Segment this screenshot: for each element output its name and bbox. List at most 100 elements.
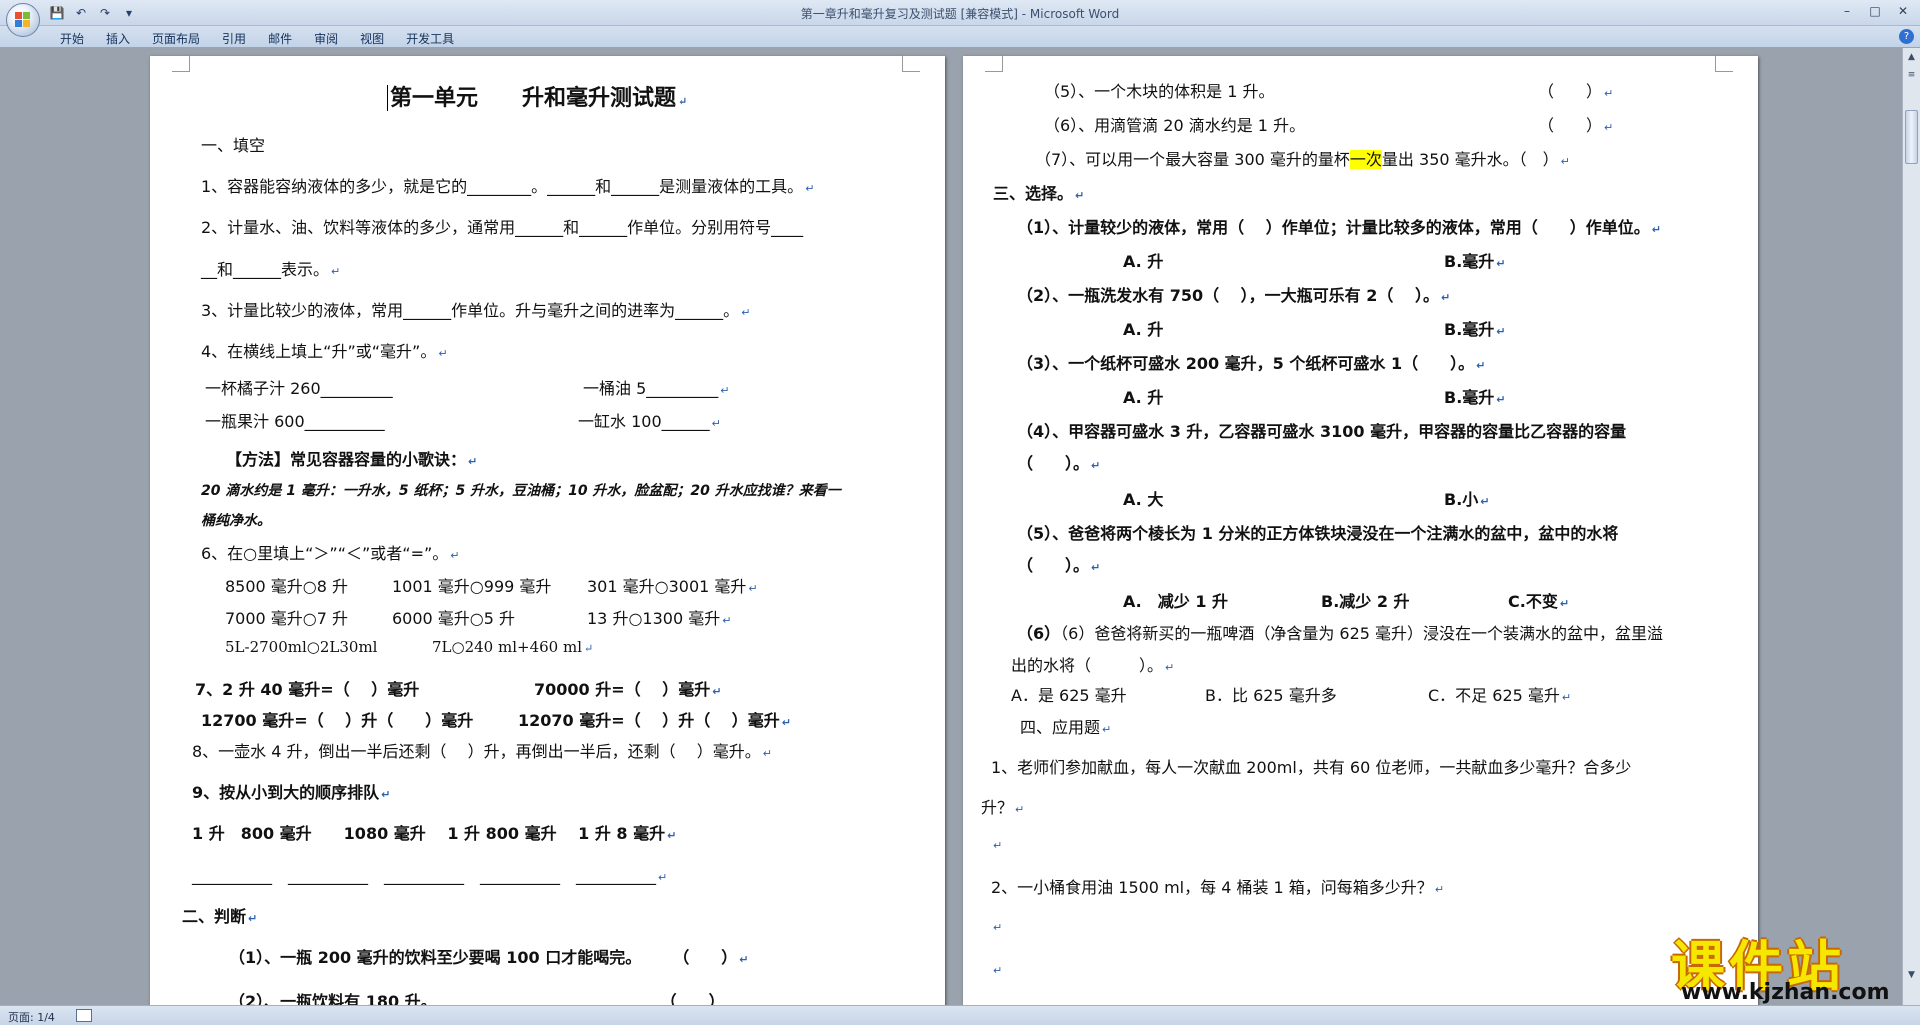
choice-2-b: B.毫升 ↵ — [1444, 320, 1506, 339]
choice-4-b: B.小 ↵ — [1444, 490, 1490, 509]
ribbon-tabs: 开始 插入 页面布局 引用 邮件 审阅 视图 开发工具 — [60, 30, 454, 47]
section-fill-blank: 一、填空 — [201, 136, 266, 155]
document-page-2[interactable]: （5）、一个木块的体积是 1 升。 （ ） ↵ （6）、用滴管滴 20 滴水约是 … — [963, 54, 1758, 1005]
page-count-status[interactable]: 页面: 1/4 — [8, 1009, 55, 1025]
choice-2: （2）、一瓶洗发水有 750（ ），一大瓶可乐有 2（ ）。 ↵ — [1017, 286, 1451, 305]
method-rhyme: 20 滴水约是 1 毫升：一升水，5 纸杯；5 升水，豆油桶；10 升水，脸盆配… — [201, 483, 841, 499]
tab-review[interactable]: 审阅 — [314, 30, 338, 47]
choice-4-a: A. 大 — [1123, 490, 1164, 509]
scrollbar-thumb[interactable] — [1905, 110, 1918, 164]
question-6f: 13 升○1300 毫升 ↵ — [587, 609, 732, 628]
ruler-toggle-icon[interactable]: ≡ — [1905, 68, 1918, 82]
ribbon-tabs-bar: 开始 插入 页面布局 引用 邮件 审阅 视图 开发工具 ? — [0, 26, 1920, 48]
choice-6-cont: 出的水将（ ）。 ↵ — [1011, 656, 1175, 675]
tab-mailings[interactable]: 邮件 — [268, 30, 292, 47]
choice-1-b: B.毫升 ↵ — [1444, 252, 1506, 271]
question-2-cont: __和______表示。 ↵ — [201, 260, 341, 279]
question-6g: 5L-2700ml○2L30ml — [225, 638, 378, 656]
office-button[interactable] — [6, 3, 40, 37]
crop-mark — [902, 54, 920, 72]
scroll-up-arrow-icon[interactable]: ▲ — [1905, 50, 1918, 64]
tab-references[interactable]: 引用 — [222, 30, 246, 47]
question-6: 6、在○里填上“＞”“＜”或者“=”。 ↵ — [201, 544, 460, 563]
empty-paragraph: ↵ — [993, 839, 1003, 852]
question-6e: 6000 毫升○5 升 — [392, 609, 516, 628]
site-watermark: 课件站 www.kjzhan.com — [1663, 922, 1908, 1006]
choice-4: （4）、甲容器可盛水 3 升，乙容器可盛水 3100 毫升，甲容器的容量比乙容器… — [1017, 422, 1627, 441]
crop-mark — [985, 54, 1003, 72]
question-4b: 一桶油 5_________ ↵ — [583, 379, 730, 398]
tab-view[interactable]: 视图 — [360, 30, 384, 47]
choice-6-b: B．比 625 毫升多 — [1205, 686, 1337, 705]
question-4: 4、在横线上填上“升”或“毫升”。 ↵ — [201, 342, 448, 361]
question-9: 9、按从小到大的顺序排队 ↵ — [192, 783, 391, 802]
judge-5: （5）、一个木块的体积是 1 升。 — [1044, 82, 1275, 101]
status-bar: 页面: 1/4 — [0, 1005, 1920, 1025]
method-rhyme-cont: 桶纯净水。 — [201, 513, 271, 529]
method-title: 【方法】常见容器容量的小歌诀： ↵ — [226, 450, 478, 469]
question-6a: 8500 毫升○8 升 — [225, 577, 349, 596]
window-controls: – □ ✕ — [1834, 2, 1916, 20]
question-6b: 1001 毫升○999 毫升 — [392, 577, 552, 596]
question-7c: 12700 毫升=（ ）升（ ）毫升 — [201, 711, 474, 730]
judge-6: （6）、用滴管滴 20 滴水约是 1 升。 — [1044, 116, 1306, 135]
application-1-cont: 升？ ↵ — [981, 798, 1025, 817]
title-bar: 💾 ↶ ↷ ▾ 第一章升和毫升复习及测试题 [兼容模式] - Microsoft… — [0, 0, 1920, 26]
section-choice: 三、选择。 ↵ — [993, 184, 1085, 203]
question-4d: 一缸水 100______ ↵ — [578, 412, 721, 431]
choice-1: （1）、计量较少的液体，常用（ ）作单位；计量比较多的液体，常用（ ）作单位。 ↵ — [1017, 218, 1661, 237]
highlighted-text: 一次 — [1349, 150, 1382, 169]
question-4c: 一瓶果汁 600__________ — [205, 412, 385, 431]
question-6c: 301 毫升○3001 毫升 ↵ — [587, 577, 758, 596]
question-7b: 70000 升=（ ）毫升 ↵ — [534, 680, 722, 699]
section-judge: 二、判断 ↵ — [182, 907, 258, 926]
question-4a: 一杯橘子汁 260_________ — [205, 379, 393, 398]
document-title: 第一单元 升和毫升测试题 ↵ — [387, 80, 687, 112]
maximize-button[interactable]: □ — [1862, 2, 1888, 20]
document-page-1[interactable]: 第一单元 升和毫升测试题 ↵ 一、填空 1、容器能容纳液体的多少，就是它的____… — [150, 54, 945, 1005]
tab-home[interactable]: 开始 — [60, 30, 84, 47]
tab-insert[interactable]: 插入 — [106, 30, 130, 47]
judge-2: （2）、一瓶饮料有 180 升。 （ ） — [229, 992, 725, 1005]
question-3: 3、计量比较少的液体，常用______作单位。升与毫升之间的进率为______。… — [201, 301, 751, 320]
choice-3: （3）、一个纸杯可盛水 200 毫升，5 个纸杯可盛水 1（ ）。 ↵ — [1017, 354, 1486, 373]
choice-6-a: A．是 625 毫升 — [1011, 686, 1127, 705]
judge-7: （7）、可以用一个最大容量 300 毫升的量杯一次量出 350 毫升水。（ ） ↵ — [1035, 150, 1570, 169]
question-8: 8、一壶水 4 升，倒出一半后还剩（ ）升，再倒出一半后，还剩（ ）毫升。 ↵ — [192, 742, 772, 761]
tab-developer[interactable]: 开发工具 — [406, 30, 454, 47]
judge-1: （1）、一瓶 200 毫升的饮料至少要喝 100 口才能喝完。 （ ） ↵ — [229, 948, 749, 967]
choice-6: （6）（6）爸爸将新买的一瓶啤酒（净含量为 625 毫升）浸没在一个装满水的盆中… — [1017, 624, 1664, 643]
vertical-scrollbar[interactable]: ▲ ≡ ▼ — [1902, 48, 1920, 1005]
document-workspace: 第一单元 升和毫升测试题 ↵ 一、填空 1、容器能容纳液体的多少，就是它的____… — [0, 48, 1902, 1005]
choice-5-b: B.减少 2 升 — [1321, 592, 1410, 611]
question-6h: 7L○240 ml+460 ml ↵ — [432, 638, 594, 656]
choice-5-a: A. 减少 1 升 — [1123, 592, 1229, 611]
choice-1-a: A. 升 — [1123, 252, 1164, 271]
question-7d: 12070 毫升=（ ）升（ ）毫升 ↵ — [518, 711, 792, 730]
watermark-url: www.kjzhan.com — [1681, 980, 1890, 1005]
empty-paragraph: ↵ — [993, 921, 1003, 934]
judge-6-parens: （ ） ↵ — [1538, 116, 1614, 135]
tab-page-layout[interactable]: 页面布局 — [152, 30, 200, 47]
window-title: 第一章升和毫升复习及测试题 [兼容模式] - Microsoft Word — [800, 7, 1120, 21]
choice-3-b: B.毫升 ↵ — [1444, 388, 1506, 407]
choice-5-cont: （ ）。 ↵ — [1017, 556, 1101, 575]
choice-3-a: A. 升 — [1123, 388, 1164, 407]
choice-2-a: A. 升 — [1123, 320, 1164, 339]
choice-6-c: C．不足 625 毫升 ↵ — [1428, 686, 1572, 705]
judge-5-parens: （ ） ↵ — [1538, 82, 1614, 101]
empty-paragraph: ↵ — [993, 964, 1003, 977]
minimize-button[interactable]: – — [1834, 2, 1860, 20]
close-button[interactable]: ✕ — [1890, 2, 1916, 20]
crop-mark — [1715, 54, 1733, 72]
application-1: 1、老师们参加献血，每人一次献血 200ml，共有 60 位老师，一共献血多少毫… — [991, 758, 1632, 777]
crop-mark — [172, 54, 190, 72]
question-7a: 7、2 升 40 毫升=（ ）毫升 — [195, 680, 420, 699]
proofing-status-icon[interactable] — [76, 1009, 92, 1022]
choice-5-c: C.不变 ↵ — [1508, 592, 1570, 611]
question-6d: 7000 毫升○7 升 — [225, 609, 349, 628]
question-9-blanks: __________ __________ __________ _______… — [192, 866, 668, 885]
question-1: 1、容器能容纳液体的多少，就是它的________。______和______是… — [201, 177, 815, 196]
question-9-items: 1 升 800 毫升 1080 毫升 1 升 800 毫升 1 升 8 毫升 ↵ — [192, 824, 677, 843]
help-icon[interactable]: ? — [1899, 29, 1914, 44]
